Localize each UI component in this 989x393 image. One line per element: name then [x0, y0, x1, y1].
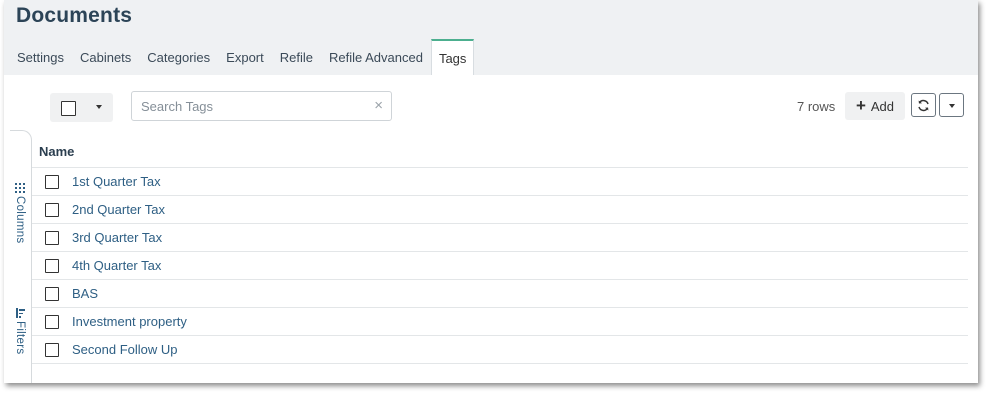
table-row: 3rd Quarter Tax [32, 224, 968, 252]
tag-name-link[interactable]: 1st Quarter Tax [72, 174, 161, 189]
table-row: BAS [32, 280, 968, 308]
chevron-down-icon[interactable] [96, 105, 102, 109]
table-row: 2nd Quarter Tax [32, 196, 968, 224]
row-checkbox[interactable] [45, 287, 59, 301]
table-row: 4th Quarter Tax [32, 252, 968, 280]
tag-name-link[interactable]: 2nd Quarter Tax [72, 202, 165, 217]
search-input[interactable] [132, 92, 362, 120]
columns-toggle[interactable]: Columns [11, 183, 29, 243]
tag-name-link[interactable]: 4th Quarter Tax [72, 258, 161, 273]
tab-cabinets[interactable]: Cabinets [72, 39, 139, 75]
page-title: Documents [16, 4, 133, 27]
tab-tags[interactable]: Tags [430, 39, 475, 75]
row-checkbox[interactable] [45, 231, 59, 245]
tags-table: Name 1st Quarter Tax 2nd Quarter Tax 3rd… [32, 136, 968, 364]
more-options-button[interactable] [939, 93, 964, 117]
add-button-label: Add [870, 98, 895, 114]
plus-icon: + [855, 95, 866, 115]
columns-icon [15, 183, 25, 193]
tag-name-link[interactable]: BAS [72, 286, 98, 301]
row-checkbox[interactable] [45, 315, 59, 329]
row-checkbox[interactable] [45, 343, 59, 357]
select-all-dropdown[interactable] [50, 93, 113, 122]
chevron-down-icon [949, 104, 955, 108]
table-row: Investment property [32, 308, 968, 336]
table-row: Second Follow Up [32, 336, 968, 364]
columns-label: Columns [14, 196, 26, 244]
table-row: 1st Quarter Tax [32, 168, 968, 196]
refresh-icon [918, 99, 929, 111]
tab-refile[interactable]: Refile [272, 39, 321, 75]
row-checkbox[interactable] [45, 203, 59, 217]
filters-toggle[interactable]: Filters [11, 308, 29, 354]
tag-name-link[interactable]: Investment property [72, 314, 187, 329]
select-all-checkbox[interactable] [61, 101, 76, 116]
refresh-button[interactable] [911, 93, 936, 117]
filter-icon [15, 308, 25, 318]
add-button[interactable]: + Add [845, 92, 905, 120]
header: Documents Settings Cabinets Categories E… [4, 0, 978, 75]
row-checkbox[interactable] [45, 259, 59, 273]
side-panel: Columns Filters [10, 130, 32, 383]
tab-refile-advanced[interactable]: Refile Advanced [321, 39, 431, 75]
toolbar: × 7 rows + Add [4, 75, 978, 130]
tab-settings[interactable]: Settings [4, 39, 72, 75]
tag-name-link[interactable]: 3rd Quarter Tax [72, 230, 162, 245]
row-checkbox[interactable] [45, 175, 59, 189]
tab-bar: Settings Cabinets Categories Export Refi… [4, 39, 475, 75]
column-header-name[interactable]: Name [32, 136, 968, 168]
filters-label: Filters [14, 321, 26, 355]
tab-categories[interactable]: Categories [139, 39, 218, 75]
tab-export[interactable]: Export [218, 39, 272, 75]
row-count: 7 rows [797, 99, 836, 114]
app-window: Documents Settings Cabinets Categories E… [4, 0, 978, 383]
close-icon[interactable]: × [374, 97, 383, 114]
tag-name-link[interactable]: Second Follow Up [72, 342, 178, 357]
search-box: × [131, 91, 392, 121]
